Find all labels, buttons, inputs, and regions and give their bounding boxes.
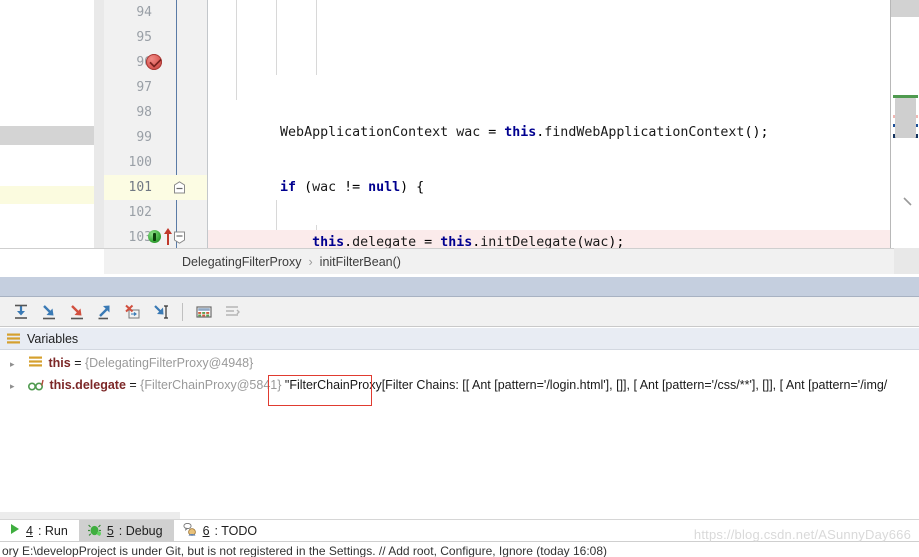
minimap-caret-icon [903,196,913,206]
breadcrumb[interactable]: DelegatingFilterProxy › initFilterBean() [104,248,894,274]
code-line-breakpoint: this.delegate = this.initDelegate(wac); [208,230,919,248]
variables-list[interactable]: ▸ this = {DelegatingFilterProxy@4948} ▸ … [0,352,919,512]
variable-equals: = [125,378,141,392]
line-number: 103 [128,230,152,245]
gutter-line: 98 [104,100,207,125]
gutter-line: 100 [104,150,207,175]
run-to-cursor-marker-icon[interactable] [148,230,161,243]
toolbar-separator [182,302,183,321]
code-text-area[interactable]: WebApplicationContext wac = this.findWeb… [208,0,919,248]
code-line: WebApplicationContext wac = this.findWeb… [208,120,919,145]
variable-name: this.delegate [49,378,126,392]
code-editor[interactable]: 94 95 96 97 98 99 100 101 102 103 104 10… [104,0,919,248]
tab-todo[interactable]: 6 : TODO [174,520,269,541]
variable-row[interactable]: ▸ this = {DelegatingFilterProxy@4948} [0,352,919,374]
tab-run[interactable]: 4 : Run [0,520,79,541]
backdrop-edge [94,0,104,248]
panel-splitter[interactable] [0,277,919,296]
todo-icon [183,522,198,539]
tab-todo-label: : TODO [214,523,258,538]
expand-chevron-icon[interactable]: ▸ [10,375,24,397]
tab-debug-label: : Debug [118,523,163,538]
watch-field-icon [28,376,45,391]
expand-chevron-icon[interactable]: ▸ [10,353,24,375]
force-step-into-icon[interactable] [64,299,90,325]
breadcrumb-separator-icon: › [308,254,313,269]
breadcrumb-method[interactable]: initFilterBean() [320,255,401,269]
step-over-icon[interactable] [8,299,34,325]
tab-run-number: 4 [26,523,33,538]
gutter-line: 102 [104,200,207,225]
tab-run-label: : Run [37,523,68,538]
variables-panel-header[interactable]: Variables [0,328,919,350]
editor-scrollbar[interactable] [890,0,919,248]
variable-tostring: "FilterChainProxy[Filter Chains: [[ Ant … [281,378,888,392]
line-number: 94 [136,5,152,20]
object-frame-icon [29,353,43,367]
fold-collapse-icon[interactable] [173,181,186,194]
layout-settings-icon[interactable] [219,299,245,325]
editor-gutter[interactable]: 94 95 96 97 98 99 100 101 102 103 104 10… [104,0,208,248]
debug-toolbar[interactable] [0,297,919,327]
step-into-icon[interactable] [36,299,62,325]
step-out-icon[interactable] [92,299,118,325]
gutter-line: 94 [104,0,207,25]
tool-window-tabs[interactable]: 4 : Run 5 : Debug 6 : TODO [0,520,268,541]
tab-debug-number: 5 [106,523,114,538]
line-number: 99 [136,130,152,145]
status-bar-message[interactable]: ory E:\developProject is under Git, but … [2,544,607,557]
line-number: 102 [128,205,152,220]
gutter-line: 95 [104,25,207,50]
breadcrumb-left-pad [0,248,104,274]
scrollbar-cap [891,0,919,17]
breadcrumb-class[interactable]: DelegatingFilterProxy [182,255,302,269]
backdrop-band [0,126,104,145]
scrollbar-bottom-cap [891,248,919,274]
variable-value: {FilterChainProxy@5841} [140,378,282,392]
code-line: if (wac != null) { [208,175,919,200]
indent-guide [316,0,317,75]
evaluate-expression-icon[interactable] [191,299,217,325]
variable-name: this [48,356,71,370]
line-number: 98 [136,105,152,120]
backdrop-highlight [0,186,104,204]
fold-expand-icon[interactable] [173,231,186,244]
scrollbar-thumb[interactable] [895,98,916,138]
indent-guide [236,0,237,100]
run-play-icon [9,523,21,538]
breakpoint-icon[interactable] [146,54,162,70]
line-number: 101 [128,180,152,195]
line-number: 95 [136,30,152,45]
line-number: 100 [128,155,152,170]
gutter-line: 103 [104,225,207,248]
indent-guide [276,0,277,75]
gutter-line: 97 [104,75,207,100]
editor-right-divider [890,0,891,248]
code-line-text: if (wac != null) { [280,180,425,195]
code-line-text: WebApplicationContext wac = this.findWeb… [280,125,769,140]
variable-row[interactable]: ▸ this.delegate = {FilterChainProxy@5841… [0,374,919,396]
variable-value: {DelegatingFilterProxy@4948} [84,356,254,370]
variables-panel-title: Variables [27,331,79,346]
variables-stripe-icon [7,333,20,345]
code-line-text: this.delegate = this.initDelegate(wac); [312,235,625,248]
drop-frame-icon[interactable] [120,299,146,325]
gutter-line: 96 [104,50,207,75]
variable-equals: = [70,356,85,370]
debug-bug-icon [87,523,102,539]
line-number: 97 [136,80,152,95]
gutter-line: 99 [104,125,207,150]
gutter-line-current: 101 [104,175,207,200]
run-to-cursor-icon[interactable] [148,299,174,325]
status-bar[interactable]: ory E:\developProject is under Git, but … [0,541,919,557]
tab-todo-number: 6 [202,523,210,538]
tab-debug[interactable]: 5 : Debug [78,520,174,541]
